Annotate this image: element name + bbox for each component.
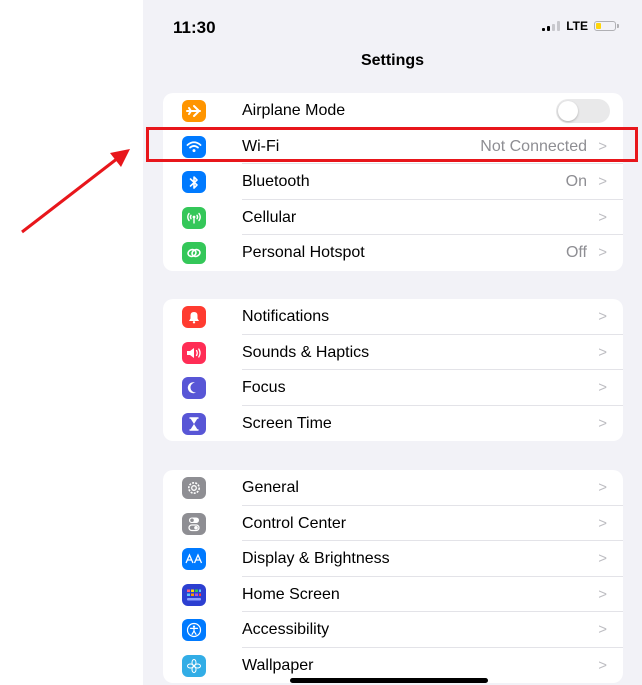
home-indicator[interactable] — [290, 678, 488, 683]
wifi-highlight-box — [146, 127, 638, 162]
annotation-arrow-icon — [21, 149, 130, 234]
